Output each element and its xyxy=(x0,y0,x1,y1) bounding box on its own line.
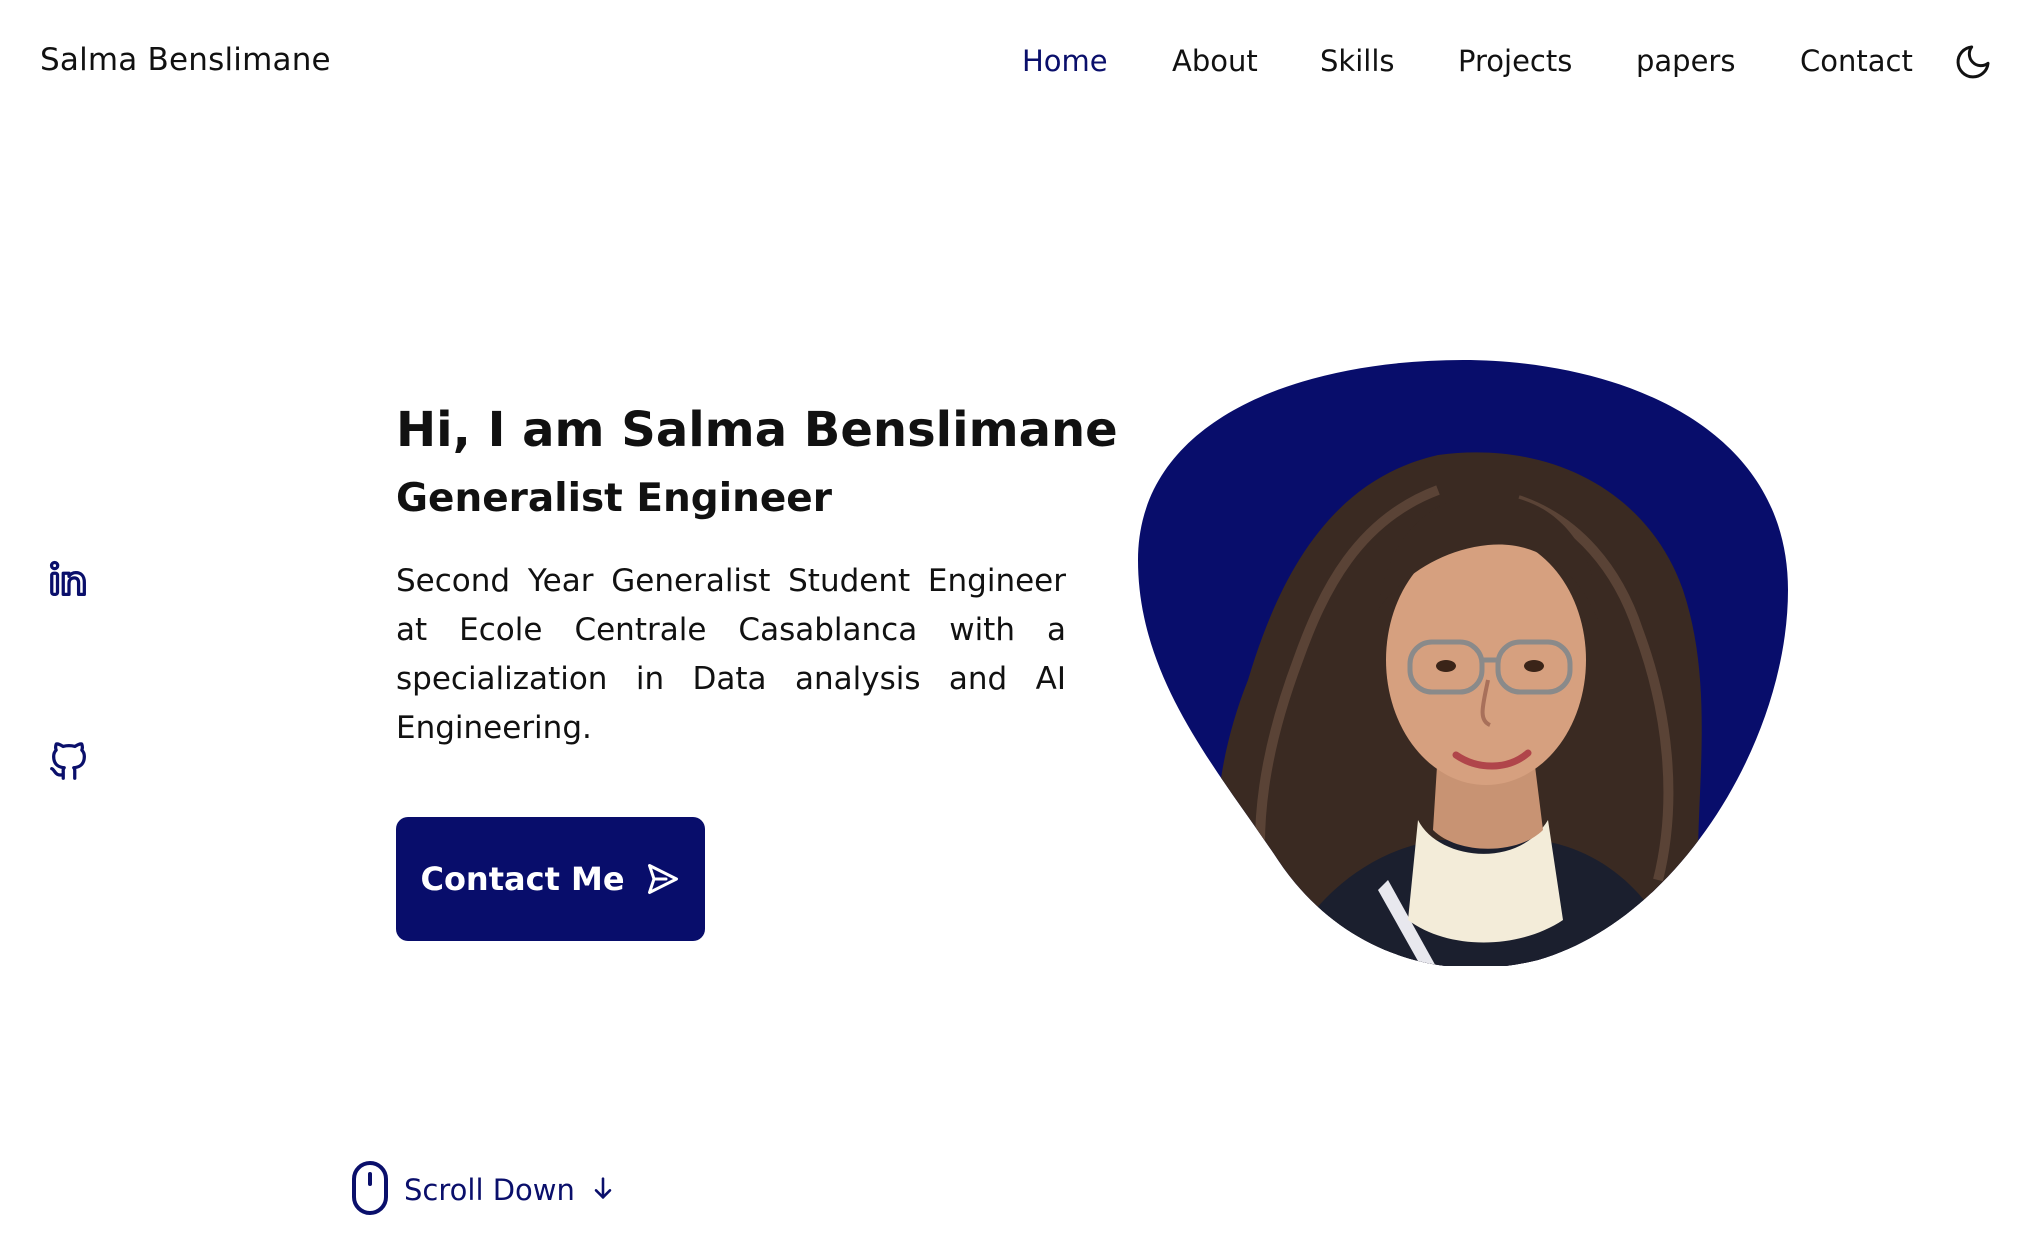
github-icon[interactable] xyxy=(46,738,92,784)
profile-photo xyxy=(1138,360,1788,968)
contact-me-label: Contact Me xyxy=(420,860,625,898)
nav-papers[interactable]: papers xyxy=(1636,44,1735,78)
hero-subtitle: Generalist Engineer xyxy=(396,476,832,521)
profile-blob xyxy=(1138,360,1788,968)
nav-about[interactable]: About xyxy=(1172,44,1258,78)
send-icon xyxy=(645,861,681,897)
scroll-down-label: Scroll Down xyxy=(404,1173,575,1207)
nav-projects[interactable]: Projects xyxy=(1458,44,1572,78)
moon-icon[interactable] xyxy=(1953,42,1993,82)
linkedin-icon[interactable] xyxy=(46,556,92,602)
hero-description: Second Year Generalist Student Engineer … xyxy=(396,563,1066,746)
mouse-icon xyxy=(350,1160,390,1220)
nav-skills[interactable]: Skills xyxy=(1320,44,1394,78)
nav-contact[interactable]: Contact xyxy=(1800,44,1913,78)
arrow-down-icon xyxy=(589,1174,617,1206)
scroll-down-link[interactable]: Scroll Down xyxy=(350,1160,617,1220)
hero-title: Hi, I am Salma Benslimane xyxy=(396,402,1118,458)
contact-me-button[interactable]: Contact Me xyxy=(396,817,705,941)
site-logo[interactable]: Salma Benslimane xyxy=(40,42,331,78)
site-header: Salma Benslimane Home About Skills Proje… xyxy=(0,0,2036,126)
nav-home[interactable]: Home xyxy=(1022,44,1108,78)
page: Salma Benslimane Home About Skills Proje… xyxy=(0,0,2036,1248)
